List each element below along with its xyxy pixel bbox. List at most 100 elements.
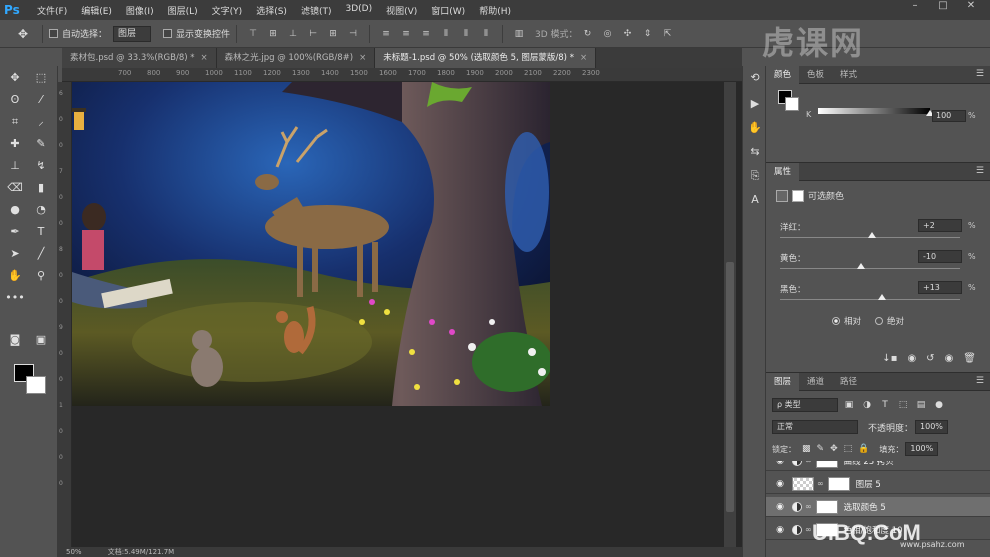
eye-icon[interactable]: ◉ [772, 479, 788, 489]
menu-item[interactable]: 滤镜(T) [294, 4, 339, 17]
lock-artboard-icon[interactable]: ⬚ [844, 444, 853, 454]
menu-item[interactable]: 文件(F) [30, 4, 74, 17]
type-tool-icon[interactable]: T [30, 222, 52, 242]
3d-roll-icon[interactable]: ◎ [601, 27, 615, 41]
zoom-level[interactable]: 50% [66, 548, 82, 556]
actions-panel-icon[interactable]: ▶ [747, 96, 763, 112]
pen-tool-icon[interactable]: ✒ [4, 222, 26, 242]
layer-thumbnail[interactable] [792, 476, 814, 491]
eraser-tool-icon[interactable]: ⌫ [4, 178, 26, 198]
lock-all-icon[interactable]: 🔒 [858, 444, 869, 454]
zoom-tool-icon[interactable]: ⚲ [30, 266, 52, 286]
k-value-field[interactable]: 100 [932, 110, 966, 122]
gradient-tool-icon[interactable]: ▮ [30, 178, 52, 198]
path-select-icon[interactable]: ➤ [4, 244, 26, 264]
slider-thumb[interactable] [857, 263, 865, 269]
menu-item[interactable]: 图层(L) [161, 4, 205, 17]
layer-mask-thumbnail[interactable] [815, 499, 838, 514]
auto-select-checkbox[interactable] [49, 29, 58, 38]
transform-controls-checkbox[interactable] [163, 29, 173, 38]
more-tools-icon[interactable]: ••• [4, 288, 26, 308]
layer-filter-dropdown[interactable]: ρ 类型 [772, 398, 838, 412]
brush-panel-icon[interactable]: ✋ [747, 120, 763, 136]
history-panel-icon[interactable]: ⟲ [747, 70, 763, 86]
dodge-tool-icon[interactable]: ◔ [30, 200, 52, 220]
layer-row[interactable]: ◉ ∞ 曲线 23 拷贝 [766, 461, 990, 471]
hand-tool-icon[interactable]: ✋ [4, 266, 26, 286]
quick-mask-icon[interactable]: ◙ [4, 330, 26, 350]
marquee-tool-icon[interactable]: ⬚ [30, 68, 52, 88]
tab-swatches[interactable]: 色板 [799, 66, 832, 84]
screen-mode-icon[interactable]: ▣ [30, 330, 52, 350]
tab-close-icon[interactable]: × [201, 53, 208, 63]
align-left-icon[interactable]: ⊢ [306, 27, 320, 41]
minimize-button[interactable]: – [902, 0, 928, 14]
3d-rotate-icon[interactable]: ↻ [581, 27, 595, 41]
clone-source-icon[interactable]: ⎘ [747, 168, 763, 184]
delete-icon[interactable]: 🗑 [963, 353, 976, 364]
background-color-swatch[interactable] [26, 376, 46, 394]
slider-track[interactable] [780, 299, 960, 300]
blur-tool-icon[interactable]: ● [4, 200, 26, 220]
lock-position-icon[interactable]: ✥ [830, 444, 838, 454]
align-bottom-icon[interactable]: ⊥ [286, 27, 300, 41]
absolute-radio[interactable] [875, 317, 884, 325]
layer-mask-icon[interactable] [792, 189, 804, 202]
distribute-left-icon[interactable]: ⦀ [439, 27, 453, 41]
clip-to-layer-icon[interactable]: ↓▪ [882, 353, 897, 364]
chain-link-icon[interactable]: ∞ [817, 479, 824, 488]
distribute-bottom-icon[interactable]: ≡ [419, 27, 433, 41]
fill-field[interactable]: 100% [905, 442, 939, 456]
filter-shape-icon[interactable]: ⬚ [896, 400, 910, 410]
tab-document-1[interactable]: 素材包.psd @ 33.3%(RGB/8) * × [62, 48, 217, 68]
lock-pixels-icon[interactable]: ✎ [817, 444, 825, 454]
tab-close-icon[interactable]: × [359, 53, 366, 63]
menu-item[interactable]: 文字(Y) [205, 4, 250, 17]
distribute-top-icon[interactable]: ≡ [379, 27, 393, 41]
align-top-icon[interactable]: ⊤ [246, 27, 260, 41]
layer-row[interactable]: ◉ ∞ 选取颜色 5 [766, 497, 990, 517]
move-tool-icon[interactable]: ✥ [4, 68, 26, 88]
scrollbar-thumb[interactable] [726, 262, 734, 512]
filter-pixel-icon[interactable]: ▣ [842, 400, 856, 410]
blend-mode-dropdown[interactable]: 正常 [772, 420, 858, 434]
slider-thumb[interactable] [867, 232, 876, 238]
tab-styles[interactable]: 样式 [832, 66, 865, 84]
menu-item[interactable]: 3D(D) [338, 4, 379, 17]
auto-select-dropdown[interactable]: 图层 [113, 25, 152, 42]
brush-tool-icon[interactable]: ✎ [30, 134, 52, 154]
eye-icon[interactable]: ◉ [772, 525, 788, 535]
panel-menu-icon[interactable]: ☰ [976, 376, 984, 386]
panel-menu-icon[interactable]: ☰ [976, 69, 984, 79]
tab-channels[interactable]: 通道 [799, 373, 832, 391]
history-brush-icon[interactable]: ↯ [30, 156, 52, 176]
slider-value-field[interactable]: +2 [918, 219, 962, 232]
tab-document-3[interactable]: 未标题-1.psd @ 50% (选取颜色 5, 图层蒙版/8) * × [375, 48, 597, 68]
align-vcenter-icon[interactable]: ⊞ [266, 27, 280, 41]
align-right-icon[interactable]: ⊣ [346, 27, 360, 41]
panel-background-swatch[interactable] [785, 97, 799, 111]
maximize-button[interactable]: □ [930, 0, 956, 14]
view-previous-icon[interactable]: ◉ [907, 353, 916, 364]
tab-paths[interactable]: 路径 [832, 373, 865, 391]
vertical-scrollbar[interactable] [724, 82, 736, 547]
3d-slide-icon[interactable]: ⇕ [641, 27, 655, 41]
quick-select-tool-icon[interactable]: ⁄ [30, 90, 52, 110]
menu-item[interactable]: 图像(I) [119, 4, 161, 17]
healing-brush-icon[interactable]: ✚ [4, 134, 26, 154]
lock-transparent-icon[interactable]: ▩ [802, 444, 811, 454]
line-tool-icon[interactable]: ╱ [30, 244, 52, 264]
character-panel-icon[interactable]: A [747, 192, 763, 208]
panel-menu-icon[interactable]: ☰ [976, 166, 984, 176]
distribute-hcenter-icon[interactable]: ⦀ [459, 27, 473, 41]
opacity-field[interactable]: 100% [915, 420, 948, 434]
slider-value-field[interactable]: -10 [918, 250, 962, 263]
crop-tool-icon[interactable]: ⌗ [4, 112, 26, 132]
eyedropper-tool-icon[interactable]: ⸝ [30, 112, 52, 132]
menu-item[interactable]: 编辑(E) [74, 4, 119, 17]
filter-type-icon[interactable]: T [878, 400, 892, 410]
slider-thumb[interactable] [877, 294, 886, 300]
align-hcenter-icon[interactable]: ⊞ [326, 27, 340, 41]
chain-link-icon[interactable]: ∞ [805, 461, 812, 465]
tab-document-2[interactable]: 森林之光.jpg @ 100%(RGB/8#) × [216, 48, 376, 68]
